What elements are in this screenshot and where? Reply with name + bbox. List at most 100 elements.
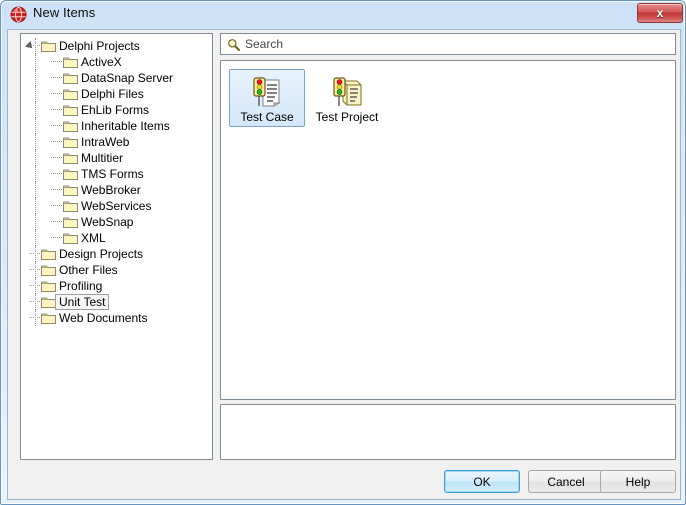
tree-connector [29, 285, 40, 287]
tree-item-other-files[interactable]: Other Files [21, 262, 212, 278]
tree-item-label: TMS Forms [81, 167, 144, 181]
tree-connector [35, 102, 37, 118]
tree-item-label: Delphi Files [81, 87, 144, 101]
tree-item-design-projects[interactable]: Design Projects [21, 246, 212, 262]
tree-item-webbroker[interactable]: WebBroker [21, 182, 212, 198]
tree-connector [29, 317, 40, 319]
folder-icon [41, 296, 56, 308]
tree-connector [51, 61, 62, 63]
items-list[interactable]: Test Case Test Project [220, 60, 676, 400]
tree-item-tms-forms[interactable]: TMS Forms [21, 166, 212, 182]
tree-connector [51, 173, 62, 175]
tree-connector [51, 77, 62, 79]
folder-icon [41, 280, 56, 292]
tree-connector [51, 237, 62, 239]
tree-connector [35, 70, 37, 86]
magnifier-icon [227, 38, 240, 51]
help-button[interactable]: Help [600, 470, 676, 493]
tree-item-label: XML [81, 231, 106, 245]
tree-item-label: Web Documents [59, 311, 148, 325]
tree-item-delphi-projects[interactable]: Delphi Projects [21, 38, 212, 54]
tree-item-xml[interactable]: XML [21, 230, 212, 246]
list-item[interactable]: Test Project [309, 69, 385, 127]
category-tree[interactable]: Delphi Projects ActiveX DataSnap Server Del… [20, 33, 213, 460]
traffic-light-document-icon [230, 75, 304, 109]
tree-item-ehlib-forms[interactable]: EhLib Forms [21, 102, 212, 118]
tree-item-profiling[interactable]: Profiling [21, 278, 212, 294]
close-icon: x [656, 6, 664, 20]
help-button-label: Help [625, 474, 651, 489]
list-item-label: Test Case [240, 110, 294, 124]
tree-item-label: WebBroker [81, 183, 141, 197]
tree-connector [35, 166, 37, 182]
traffic-light-folder-icon [310, 75, 384, 109]
tree-connector [35, 214, 37, 230]
window-title: New Items [33, 5, 96, 20]
folder-icon [63, 152, 78, 164]
search-input[interactable]: Search [220, 33, 676, 55]
tree-connector [35, 182, 37, 198]
folder-icon [41, 248, 56, 260]
tree-item-websnap[interactable]: WebSnap [21, 214, 212, 230]
tree-connector [51, 109, 62, 111]
tree-item-unit-test[interactable]: Unit Test [21, 294, 212, 310]
tree-connector [35, 86, 37, 102]
delphi-globe-icon [10, 6, 27, 23]
tree-connector [29, 253, 40, 255]
tree-item-label: Unit Test [55, 294, 110, 310]
tree-connector [51, 205, 62, 207]
ok-button-label: OK [473, 474, 491, 489]
folder-icon [63, 216, 78, 228]
tree-item-webservices[interactable]: WebServices [21, 198, 212, 214]
tree-connector [51, 221, 62, 223]
cancel-button[interactable]: Cancel [528, 470, 604, 493]
tree-item-intraweb[interactable]: IntraWeb [21, 134, 212, 150]
folder-icon [63, 88, 78, 100]
tree-item-label: WebServices [81, 199, 152, 213]
tree-connector [35, 54, 37, 70]
folder-icon [41, 40, 56, 52]
tree-item-delphi-files[interactable]: Delphi Files [21, 86, 212, 102]
tree-connector [35, 134, 37, 150]
folder-icon [41, 312, 56, 324]
dialog-client-area: Delphi Projects ActiveX DataSnap Server Del… [7, 29, 681, 500]
cancel-button-label: Cancel [547, 474, 585, 489]
tree-connector [29, 45, 40, 47]
folder-icon [63, 104, 78, 116]
tree-connector [51, 93, 62, 95]
tree-item-label: WebSnap [81, 215, 134, 229]
tree-item-datasnap-server[interactable]: DataSnap Server [21, 70, 212, 86]
folder-icon [63, 168, 78, 180]
tree-connector [51, 189, 62, 191]
tree-item-activex[interactable]: ActiveX [21, 54, 212, 70]
ok-button[interactable]: OK [444, 470, 520, 493]
tree-item-inheritable-items[interactable]: Inheritable Items [21, 118, 212, 134]
search-placeholder: Search [245, 37, 284, 51]
tree-item-label: Profiling [59, 279, 103, 293]
tree-item-label: DataSnap Server [81, 71, 174, 85]
tree-connector [35, 230, 37, 246]
close-button[interactable]: x [637, 3, 683, 23]
tree-item-label: Design Projects [59, 247, 144, 261]
list-item[interactable]: Test Case [229, 69, 305, 127]
tree-item-web-documents[interactable]: Web Documents [21, 310, 212, 326]
tree-connector [35, 150, 37, 166]
list-item-label: Test Project [315, 110, 379, 124]
tree-connector [51, 125, 62, 127]
tree-connector [35, 198, 37, 214]
tree-item-label: EhLib Forms [81, 103, 150, 117]
folder-icon [63, 184, 78, 196]
tree-item-label: ActiveX [81, 55, 122, 69]
folder-icon [41, 264, 56, 276]
folder-icon [63, 200, 78, 212]
new-items-dialog: New Items x Delphi Projects ActiveX DataSn… [0, 0, 686, 505]
folder-icon [63, 120, 78, 132]
tree-item-label: Inheritable Items [81, 119, 170, 133]
tree-connector [29, 301, 40, 303]
tree-item-label: IntraWeb [81, 135, 130, 149]
tree-connector [35, 118, 37, 134]
tree-item-multitier[interactable]: Multitier [21, 150, 212, 166]
tree-item-label: Multitier [81, 151, 124, 165]
tree-connector [51, 157, 62, 159]
folder-icon [63, 56, 78, 68]
